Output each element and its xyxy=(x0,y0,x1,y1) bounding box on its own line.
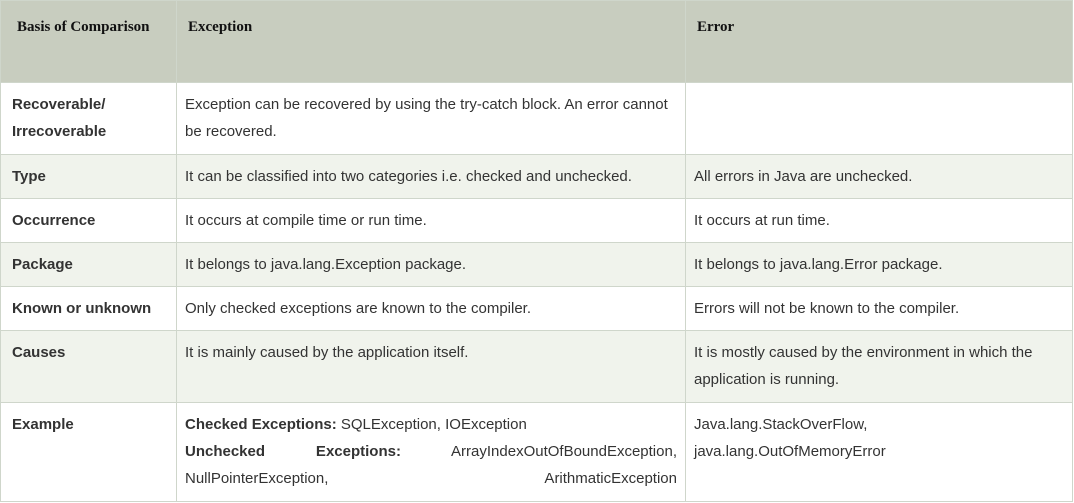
comparison-table: Basis of Comparison Exception Error Reco… xyxy=(0,0,1073,502)
table-header: Basis of Comparison Exception Error xyxy=(0,0,1073,83)
row-error-cell: All errors in Java are unchecked. xyxy=(685,154,1073,199)
checked-exceptions-line: Checked Exceptions: SQLException, IOExce… xyxy=(185,411,677,438)
table-row-example: Example Checked Exceptions: SQLException… xyxy=(0,402,1073,502)
example-exception-cell: Checked Exceptions: SQLException, IOExce… xyxy=(176,402,686,502)
row-exception-cell: Only checked exceptions are known to the… xyxy=(176,286,686,331)
header-row: Basis of Comparison Exception Error xyxy=(0,0,1073,83)
row-error-cell xyxy=(685,82,1073,155)
error-example-line-1: Java.lang.StackOverFlow, xyxy=(694,416,868,433)
row-error-cell: It occurs at run time. xyxy=(685,198,1073,243)
header-basis: Basis of Comparison xyxy=(0,0,177,83)
row-basis-cell: Known or unknown xyxy=(0,286,177,331)
row-error-cell: Errors will not be known to the compiler… xyxy=(685,286,1073,331)
row-error-cell: It is mostly caused by the environment i… xyxy=(685,330,1073,403)
example-error-cell: Java.lang.StackOverFlow, java.lang.OutOf… xyxy=(685,402,1073,502)
table-row: Occurrence It occurs at compile time or … xyxy=(0,198,1073,243)
row-error-cell: It belongs to java.lang.Error package. xyxy=(685,242,1073,287)
row-basis-cell: Package xyxy=(0,242,177,287)
row-exception-cell: It occurs at compile time or run time. xyxy=(176,198,686,243)
checked-exceptions-label: Checked Exceptions: xyxy=(185,416,337,433)
row-basis-cell: Occurrence xyxy=(0,198,177,243)
table-row: Causes It is mainly caused by the applic… xyxy=(0,330,1073,403)
table-row: Known or unknown Only checked exceptions… xyxy=(0,286,1073,331)
row-exception-cell: It can be classified into two categories… xyxy=(176,154,686,199)
row-basis-cell: Example xyxy=(0,402,177,502)
table-row: Type It can be classified into two categ… xyxy=(0,154,1073,199)
table-row: Recoverable/ Irrecoverable Exception can… xyxy=(0,82,1073,155)
row-exception-cell: It is mainly caused by the application i… xyxy=(176,330,686,403)
error-example-line-2: java.lang.OutOfMemoryError xyxy=(694,443,886,460)
row-basis-cell: Recoverable/ Irrecoverable xyxy=(0,82,177,155)
row-exception-cell: It belongs to java.lang.Exception packag… xyxy=(176,242,686,287)
unchecked-exceptions-line: Unchecked Exceptions: ArrayIndexOutOfBou… xyxy=(185,438,677,492)
checked-exceptions-value: SQLException, IOException xyxy=(336,416,527,433)
table-body: Recoverable/ Irrecoverable Exception can… xyxy=(0,82,1073,502)
row-basis-cell: Causes xyxy=(0,330,177,403)
row-basis-cell: Type xyxy=(0,154,177,199)
header-exception: Exception xyxy=(176,0,686,83)
table-row: Package It belongs to java.lang.Exceptio… xyxy=(0,242,1073,287)
row-exception-cell: Exception can be recovered by using the … xyxy=(176,82,686,155)
header-error: Error xyxy=(685,0,1073,83)
unchecked-exceptions-label: Unchecked Exceptions: xyxy=(185,443,401,460)
